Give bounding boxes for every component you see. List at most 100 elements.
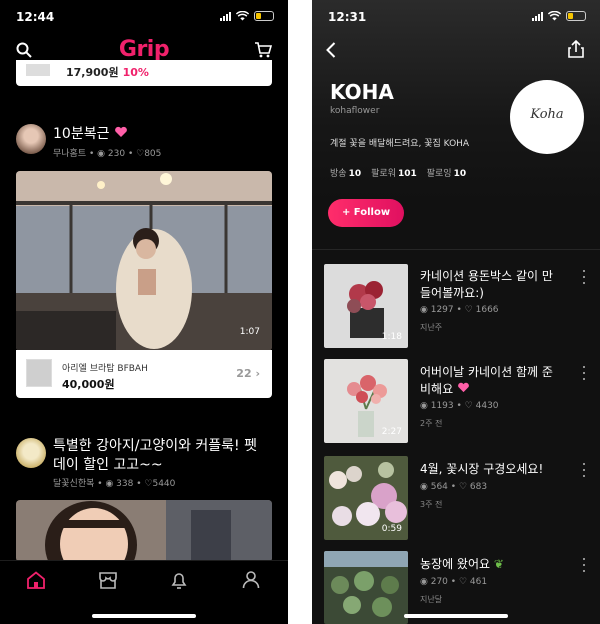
like-count: 5440 — [152, 479, 176, 489]
stat-label: 팔로잉 — [426, 169, 452, 179]
like-count: 461 — [469, 577, 488, 587]
product-name: 아리엘 브라탑 BFBAH — [62, 364, 148, 374]
follow-button[interactable]: + Follow — [328, 199, 404, 227]
channel-name[interactable]: 무나홈트 — [53, 149, 86, 159]
video-duration: 1:18 — [381, 332, 402, 342]
status-bar: 12:44 — [16, 10, 274, 26]
video-duration: 2:27 — [381, 427, 402, 437]
product-thumbnail — [26, 64, 50, 76]
product-card[interactable]: 아리엘 브라탑 BFBAH 40,000원 22 › — [16, 350, 272, 398]
status-time: 12:44 — [16, 10, 55, 24]
like-count: 1666 — [475, 305, 499, 315]
product-thumbnail — [26, 359, 52, 387]
video-frame — [16, 171, 272, 351]
status-bar: 12:31 — [328, 10, 586, 26]
stat-value: 10 — [453, 169, 467, 179]
video-date: 지난주 — [420, 323, 443, 332]
profile-icon[interactable] — [242, 571, 260, 589]
post-meta: 달꽃신한복 • ◉ 338 • ♡5440 — [53, 479, 176, 489]
like-icon: ♡ — [136, 149, 145, 159]
views-icon: ◉ — [420, 401, 428, 411]
post-title-line2: 데이 할인 고고~~ — [53, 457, 163, 473]
views-icon: ◉ — [97, 149, 106, 159]
video-title[interactable]: 어버이날 카네이션 함께 준 비해요 — [420, 364, 570, 398]
video-meta: ◉ 564 • ♡ 683 — [420, 482, 488, 492]
like-icon: ♡ — [458, 577, 468, 587]
app-logo: Grip — [118, 37, 170, 62]
views-icon: ◉ — [420, 482, 428, 492]
back-icon[interactable] — [326, 42, 336, 58]
video-thumbnail[interactable] — [16, 500, 272, 562]
channel-name: KOHA — [330, 80, 394, 104]
video-duration: 0:59 — [381, 524, 402, 534]
status-time: 12:31 — [328, 10, 367, 24]
video-thumbnail[interactable]: 0:59 — [324, 456, 408, 540]
video-thumbnail[interactable]: 2:27 — [324, 359, 408, 443]
video-meta: ◉ 1297 • ♡ 1666 — [420, 305, 499, 315]
battery-icon — [254, 11, 274, 21]
like-count: 805 — [144, 149, 162, 159]
like-count: 683 — [469, 482, 488, 492]
view-count: 1193 — [430, 401, 454, 411]
channel-handle: kohaflower — [330, 106, 380, 116]
store-icon[interactable] — [98, 571, 118, 589]
like-count: 4430 — [475, 401, 499, 411]
video-title[interactable]: 농장에 왔어요 ❦ — [420, 556, 570, 573]
video-date: 2주 전 — [420, 419, 443, 428]
channel-stats: 방송 10 팔로워 101 팔로잉 10 — [330, 166, 466, 179]
view-count: 338 — [116, 479, 134, 489]
heart-emoji-icon — [115, 126, 127, 137]
view-count: 564 — [430, 482, 448, 492]
post-title-line1: 특별한 강아지/고양이와 커플룩! 펫 — [53, 438, 257, 454]
post-title: 10분복근 — [53, 126, 110, 142]
bell-icon[interactable] — [170, 571, 188, 589]
divider — [312, 249, 600, 250]
like-icon: ♡ — [464, 401, 473, 411]
signal-icon — [532, 11, 543, 21]
video-thumbnail[interactable] — [324, 551, 408, 624]
signal-icon — [220, 11, 231, 21]
cart-icon[interactable] — [254, 42, 272, 58]
video-meta: ◉ 1193 • ♡ 4430 — [420, 401, 499, 411]
like-icon: ♡ — [464, 305, 473, 315]
like-icon: ♡ — [458, 482, 468, 492]
avatar[interactable] — [16, 124, 46, 154]
home-indicator — [92, 614, 196, 618]
post-meta: 무나홈트 • ◉ 230 • ♡805 — [53, 149, 162, 159]
video-title[interactable]: 4월, 꽃시장 구경오세요! — [420, 461, 570, 478]
video-meta: ◉ 270 • ♡ 461 — [420, 577, 488, 587]
views-icon: ◉ — [105, 479, 114, 489]
wifi-icon — [548, 11, 561, 21]
product-price: 40,000원 — [62, 378, 115, 391]
video-title[interactable]: 카네이션 용돈박스 같이 만 들어볼까요:) — [420, 268, 570, 302]
channel-name[interactable]: 달꽃신한복 — [53, 479, 94, 489]
more-icon[interactable] — [582, 270, 586, 284]
more-icon[interactable] — [582, 558, 586, 572]
product-count: 22 — [236, 367, 252, 380]
home-icon[interactable] — [26, 571, 46, 589]
stat-value: 101 — [397, 169, 417, 179]
chevron-right-icon: › — [255, 367, 260, 380]
video-duration: 1:07 — [239, 327, 260, 337]
video-thumbnail[interactable]: 1:07 — [16, 171, 272, 351]
stat-label: 방송 — [330, 169, 347, 179]
share-icon[interactable] — [568, 40, 584, 58]
stat-value: 10 — [348, 169, 362, 179]
view-count: 270 — [430, 577, 448, 587]
view-count: 230 — [107, 149, 126, 159]
home-indicator — [404, 614, 508, 618]
feed-screen: 12:44 Grip 17,900원 10% 10분복근 무나홈트 • ◉ 230… — [0, 0, 288, 624]
channel-screen: 12:31 KOHA kohaflower 계절 꽃을 배달해드려요, 꽃집 K… — [312, 0, 600, 624]
heart-emoji-icon — [458, 382, 469, 393]
battery-icon — [566, 11, 586, 21]
product-card-previous[interactable]: 17,900원 10% — [16, 60, 272, 86]
video-date: 지난달 — [420, 595, 443, 604]
channel-bio: 계절 꽃을 배달해드려요, 꽃집 KOHA — [330, 139, 470, 149]
video-thumbnail[interactable]: 1:18 — [324, 264, 408, 348]
more-icon[interactable] — [582, 366, 586, 380]
video-date: 3주 전 — [420, 500, 443, 509]
video-frame — [16, 500, 272, 562]
more-icon[interactable] — [582, 463, 586, 477]
avatar[interactable] — [16, 438, 46, 468]
views-icon: ◉ — [420, 577, 428, 587]
